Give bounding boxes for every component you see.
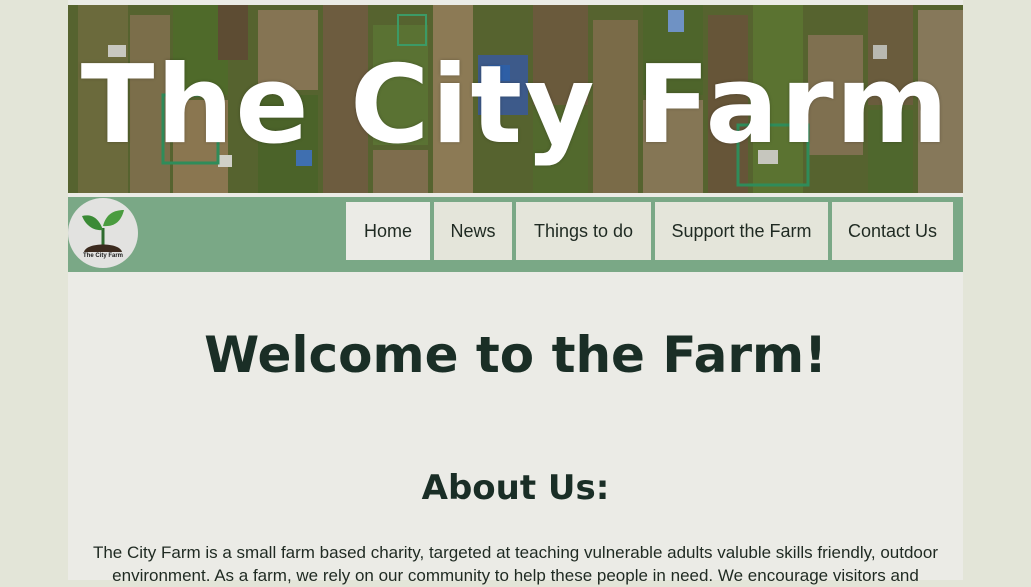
site-logo[interactable]: The City Farm <box>68 198 138 268</box>
logo-label: The City Farm <box>82 253 123 259</box>
nav-home[interactable]: Home <box>346 202 430 260</box>
banner-title: The City Farm <box>80 43 951 168</box>
main-navbar: The City Farm Home News Things to do Sup… <box>68 197 963 272</box>
page-container: The City Farm The City Farm Home News Th… <box>68 0 963 585</box>
header-banner: The City Farm <box>68 5 963 193</box>
nav-support-the-farm[interactable]: Support the Farm <box>655 202 828 260</box>
nav-contact-us[interactable]: Contact Us <box>832 202 953 260</box>
about-paragraph: The City Farm is a small farm based char… <box>92 543 939 585</box>
nav-things-to-do[interactable]: Things to do <box>516 202 651 260</box>
page-title: Welcome to the Farm! <box>204 326 827 384</box>
nav-news[interactable]: News <box>434 202 512 260</box>
about-heading: About Us: <box>421 468 610 508</box>
